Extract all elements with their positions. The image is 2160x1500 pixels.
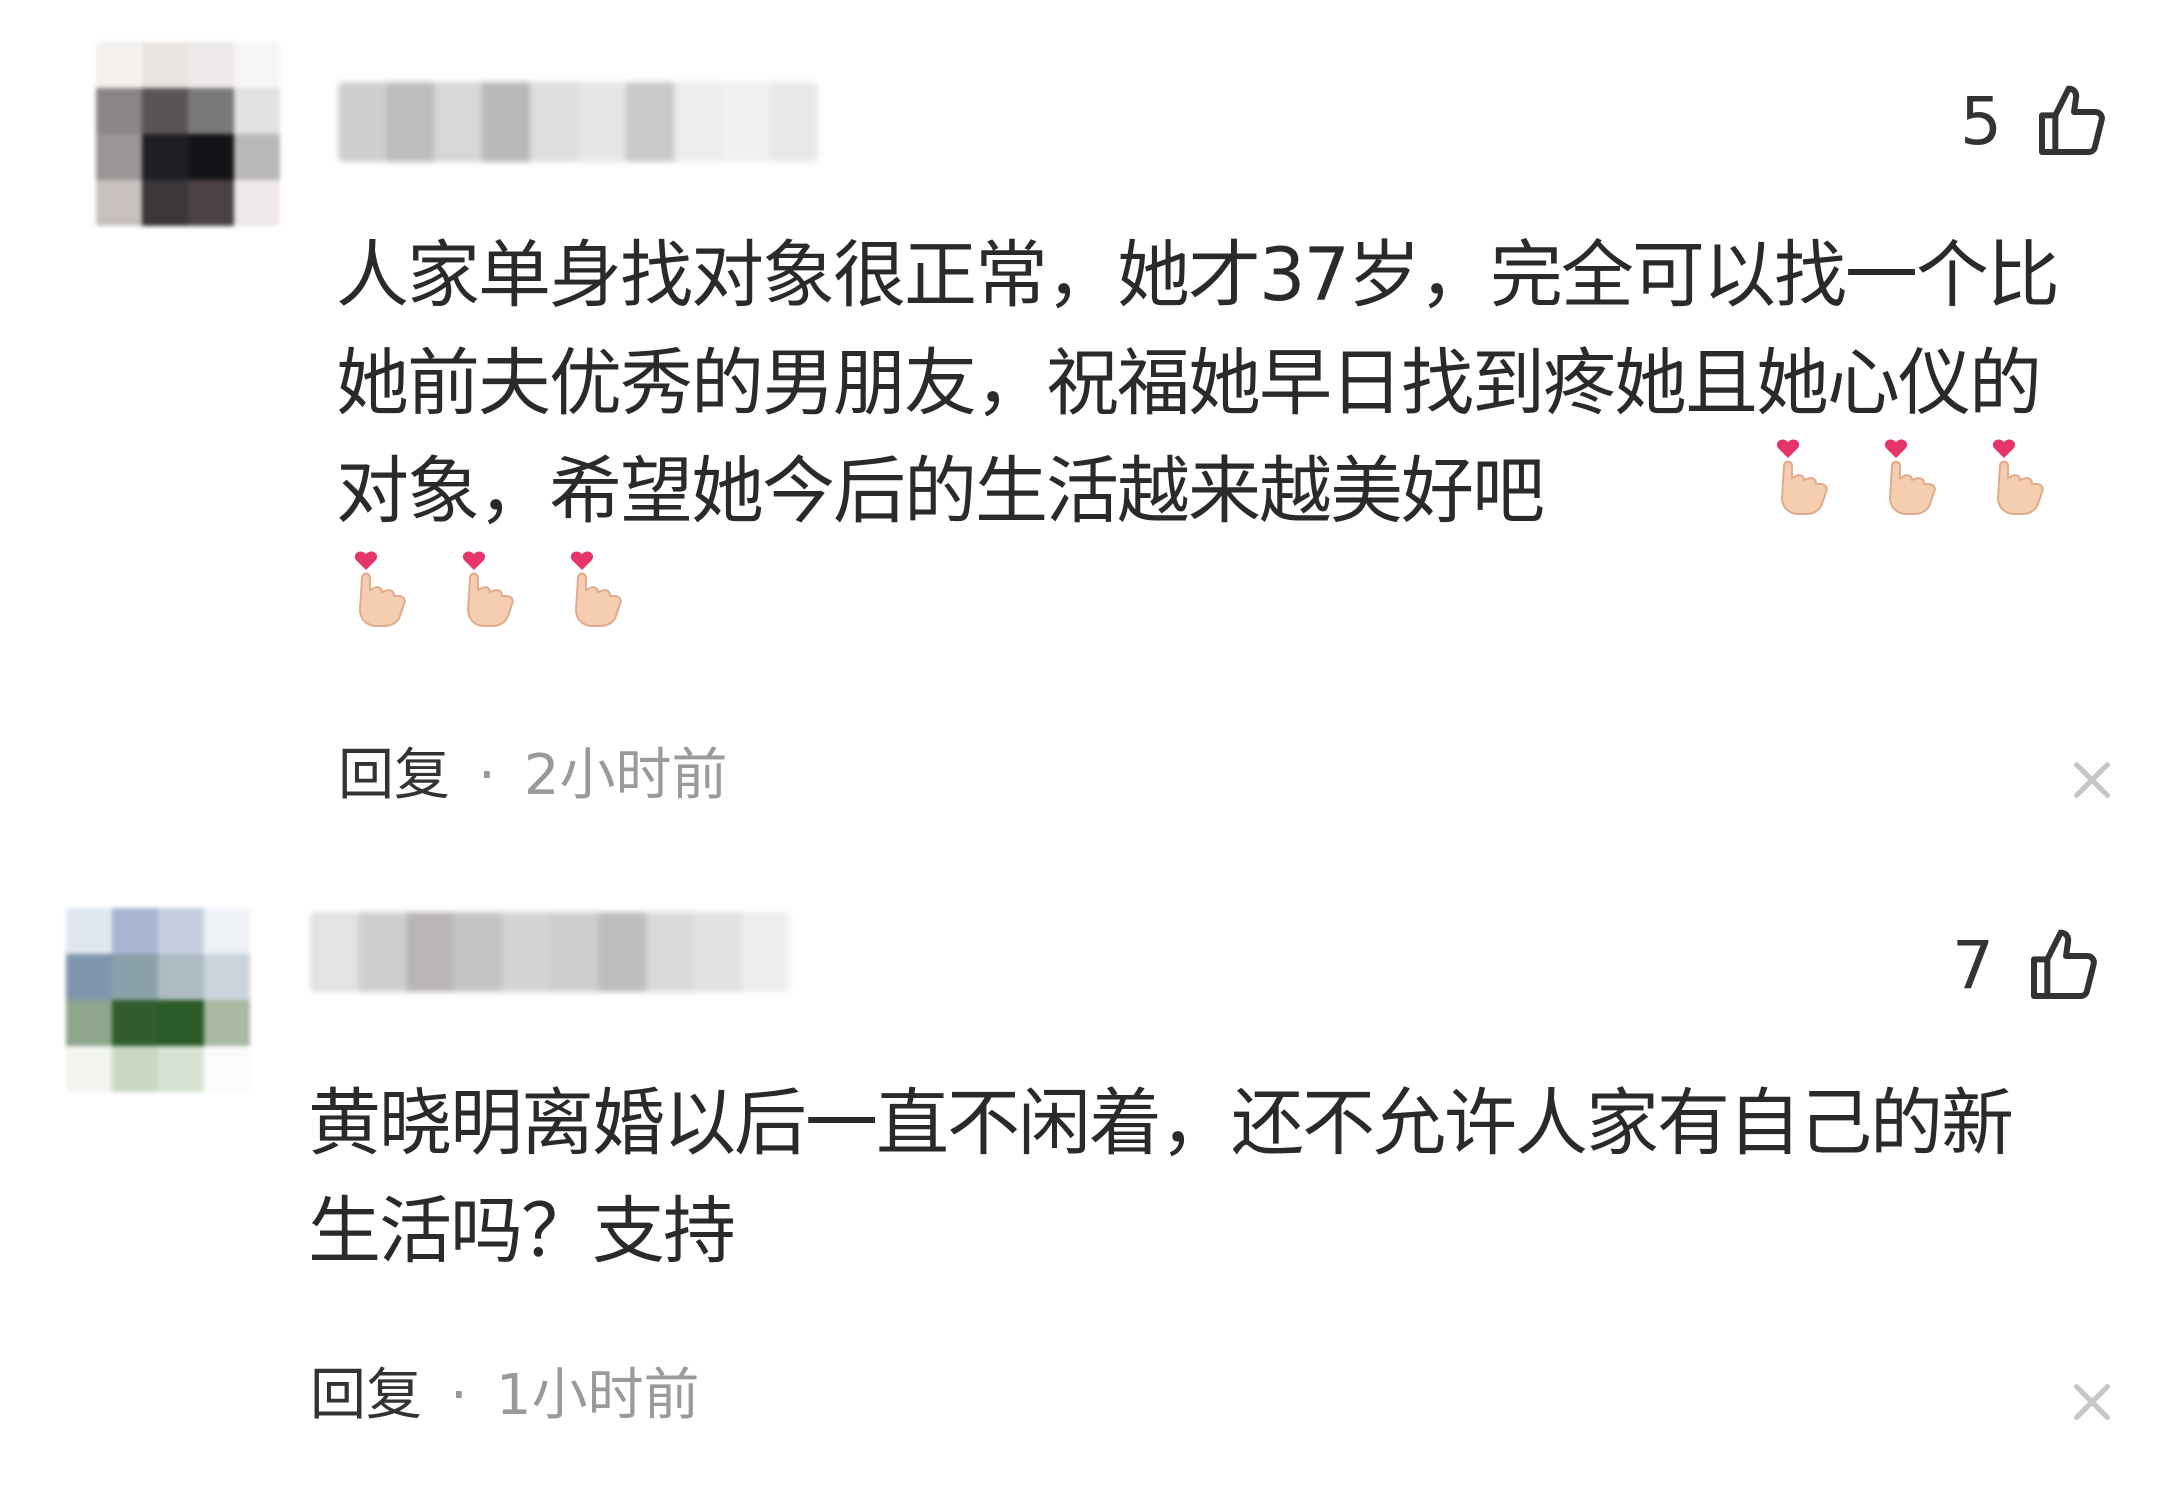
comment-text: 黄晓明离婚以后一直不闲着，还不允许人家有自己的新生活吗？支持: [308, 1081, 2014, 1274]
finger-heart-icon: [1984, 434, 2064, 518]
like-button[interactable]: 5: [1960, 82, 2112, 162]
thumbs-up-icon[interactable]: [2032, 82, 2112, 162]
like-count: 7: [1952, 927, 1994, 1004]
reply-button[interactable]: 回复: [310, 1368, 422, 1424]
comment-meta: 回复 · 1小时前: [310, 1368, 699, 1424]
finger-heart-icon: [562, 546, 642, 630]
comment-meta: 回复 · 2小时前: [338, 748, 727, 804]
finger-heart-icon: [1768, 434, 1848, 518]
avatar[interactable]: [66, 908, 250, 1092]
meta-separator: ·: [478, 743, 496, 808]
username[interactable]: [310, 912, 790, 992]
finger-heart-icon: [1876, 434, 1956, 518]
finger-heart-icon: [346, 546, 426, 630]
comment-item: 5 人家单身找对象很正常，她才37岁，完全可以找一个比她前夫优秀的男朋友，祝福她…: [0, 0, 2160, 850]
comment-time: 2小时前: [523, 743, 728, 808]
close-icon[interactable]: [2070, 1380, 2114, 1424]
like-count: 5: [1960, 83, 2002, 160]
meta-separator: ·: [450, 1363, 468, 1428]
emoji-row: [1768, 434, 2064, 518]
avatar[interactable]: [96, 42, 280, 226]
finger-heart-icon: [454, 546, 534, 630]
like-button[interactable]: 7: [1952, 926, 2104, 1006]
comment-time: 1小时前: [495, 1363, 700, 1428]
reply-button[interactable]: 回复: [338, 748, 450, 804]
comment-item: 7 黄晓明离婚以后一直不闲着，还不允许人家有自己的新生活吗？支持 回复 · 1小…: [0, 850, 2160, 1500]
username[interactable]: [338, 82, 818, 162]
emoji-row: [346, 546, 642, 630]
thumbs-up-icon[interactable]: [2024, 926, 2104, 1006]
close-icon[interactable]: [2070, 758, 2114, 802]
